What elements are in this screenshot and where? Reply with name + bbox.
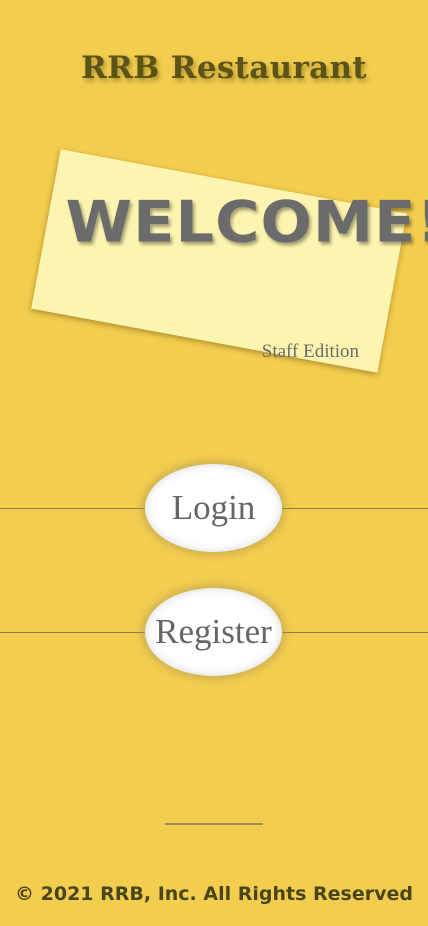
- welcome-heading: WELCOME!: [65, 189, 428, 256]
- register-button[interactable]: Register: [145, 588, 282, 676]
- login-button[interactable]: Login: [145, 464, 282, 552]
- footer-divider: [165, 823, 263, 825]
- welcome-card: WELCOME! Staff Edition: [31, 149, 428, 373]
- page-title: RRB Restaurant: [81, 50, 367, 86]
- footer-copyright: © 2021 RRB, Inc. All Rights Reserved: [15, 883, 413, 905]
- edition-subtitle: Staff Edition: [261, 340, 359, 362]
